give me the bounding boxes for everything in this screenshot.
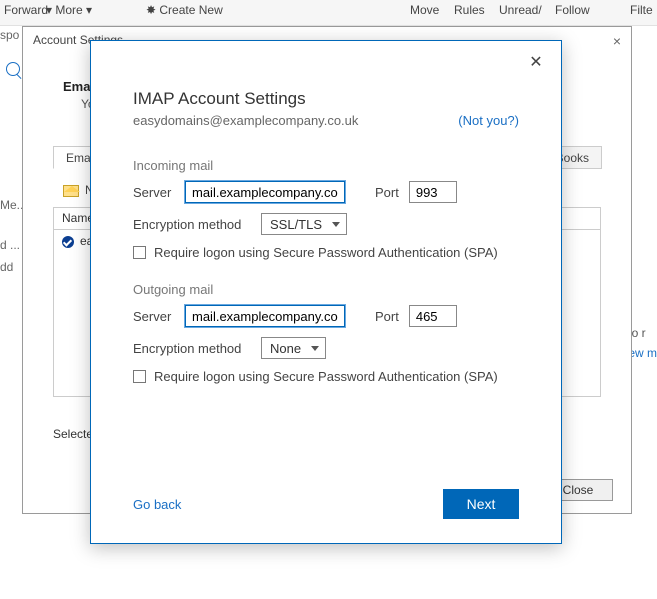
- create-new-label: Create New: [159, 3, 222, 17]
- search-icon[interactable]: [6, 62, 20, 76]
- outgoing-enc-dropdown[interactable]: None: [261, 337, 326, 359]
- dialog-title: IMAP Account Settings: [133, 89, 519, 109]
- incoming-heading: Incoming mail: [133, 158, 519, 173]
- forward-button[interactable]: Forward: [4, 3, 48, 17]
- imap-settings-dialog: ✕ IMAP Account Settings easydomains@exam…: [90, 40, 562, 544]
- close-icon[interactable]: ✕: [527, 55, 545, 73]
- chevron-down-icon: [332, 222, 340, 227]
- checkbox-icon: [133, 370, 146, 383]
- rules-button[interactable]: Rules: [454, 3, 485, 17]
- move-button[interactable]: Move: [410, 3, 439, 17]
- close-icon[interactable]: ×: [613, 33, 621, 49]
- go-back-link[interactable]: Go back: [133, 497, 181, 512]
- outgoing-port-input[interactable]: [409, 305, 457, 327]
- envelope-icon: [63, 185, 79, 197]
- more-button[interactable]: ▾ More ▾: [46, 3, 92, 17]
- outgoing-heading: Outgoing mail: [133, 282, 519, 297]
- incoming-spa-checkbox[interactable]: Require logon using Secure Password Auth…: [133, 245, 519, 260]
- incoming-port-label: Port: [375, 185, 399, 200]
- bg-link[interactable]: ew m: [628, 346, 657, 360]
- not-you-link[interactable]: (Not you?): [458, 113, 519, 128]
- outgoing-server-input[interactable]: [185, 305, 345, 327]
- incoming-spa-label: Require logon using Secure Password Auth…: [154, 245, 498, 260]
- incoming-port-input[interactable]: [409, 181, 457, 203]
- checkbox-icon: [133, 246, 146, 259]
- outgoing-enc-label: Encryption method: [133, 341, 251, 356]
- outgoing-server-label: Server: [133, 309, 175, 324]
- outgoing-spa-label: Require logon using Secure Password Auth…: [154, 369, 498, 384]
- more-label: More: [55, 3, 82, 17]
- outgoing-port-label: Port: [375, 309, 399, 324]
- bg-text: spo: [0, 28, 19, 42]
- incoming-server-input[interactable]: [185, 181, 345, 203]
- follow-button[interactable]: Follow: [555, 3, 590, 17]
- incoming-enc-value: SSL/TLS: [270, 217, 322, 232]
- outgoing-enc-value: None: [270, 341, 301, 356]
- incoming-server-label: Server: [133, 185, 175, 200]
- outgoing-spa-checkbox[interactable]: Require logon using Secure Password Auth…: [133, 369, 519, 384]
- bg-text: to r: [628, 320, 657, 346]
- create-new-button[interactable]: ✸ Create New: [146, 3, 223, 17]
- incoming-enc-label: Encryption method: [133, 217, 251, 232]
- incoming-enc-dropdown[interactable]: SSL/TLS: [261, 213, 347, 235]
- account-email: easydomains@examplecompany.co.uk: [133, 113, 358, 128]
- chevron-down-icon: [311, 346, 319, 351]
- check-icon: [62, 236, 74, 248]
- filter-button[interactable]: Filte: [630, 3, 653, 17]
- unread-button[interactable]: Unread/: [499, 3, 542, 17]
- next-button[interactable]: Next: [443, 489, 519, 519]
